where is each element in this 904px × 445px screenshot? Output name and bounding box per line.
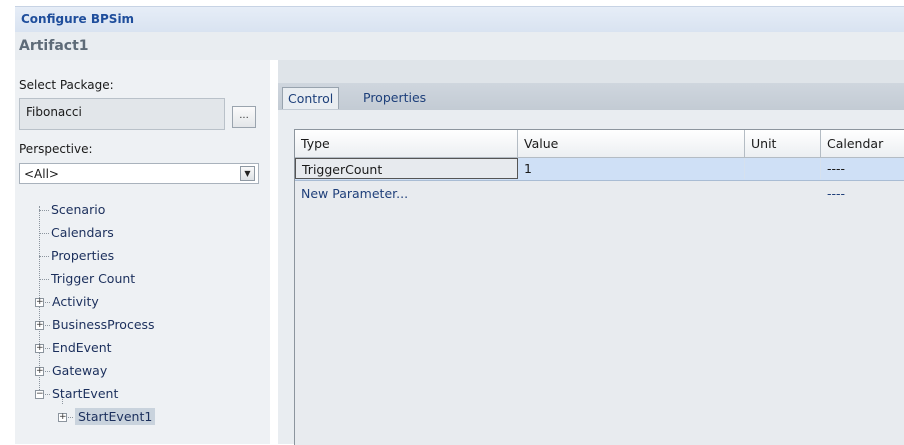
- tree-item-calendars[interactable]: Calendars: [39, 223, 114, 243]
- tree-item-businessprocess[interactable]: + BusinessProcess: [35, 315, 155, 335]
- tree-item-properties[interactable]: Properties: [39, 246, 114, 266]
- artifact-header: Artifact1: [15, 32, 904, 60]
- window-title: Configure BPSim: [21, 12, 135, 26]
- cell-unit[interactable]: [745, 158, 821, 179]
- expand-icon[interactable]: +: [58, 413, 67, 422]
- left-panel: Select Package: Fibonacci ... Perspectiv…: [15, 60, 270, 444]
- cell-value[interactable]: 1: [518, 158, 745, 179]
- window-title-bar: Configure BPSim: [15, 6, 904, 32]
- package-field[interactable]: Fibonacci: [19, 98, 225, 130]
- artifact-name: Artifact1: [19, 38, 89, 54]
- tree-item-startevent1[interactable]: + StartEvent1: [58, 407, 156, 427]
- browse-package-button[interactable]: ...: [232, 106, 256, 128]
- expand-icon[interactable]: +: [35, 344, 44, 353]
- tree-item-trigger-count[interactable]: Trigger Count: [39, 269, 135, 289]
- select-package-label: Select Package:: [19, 78, 114, 92]
- cell-type[interactable]: TriggerCount: [295, 158, 518, 179]
- tree-item-gateway[interactable]: + Gateway: [35, 361, 107, 381]
- tab-properties[interactable]: Properties: [358, 87, 431, 109]
- expand-icon[interactable]: +: [35, 321, 44, 330]
- expand-icon[interactable]: +: [35, 367, 44, 376]
- tab-control[interactable]: Control: [282, 87, 340, 109]
- column-header-unit[interactable]: Unit: [745, 130, 821, 158]
- dropdown-arrow-icon[interactable]: ▼: [240, 166, 255, 181]
- new-parameter-link[interactable]: New Parameter...: [295, 183, 518, 204]
- parameter-grid: Type Value Unit Calendar TriggerCount 1 …: [294, 129, 904, 445]
- perspective-dropdown[interactable]: <All> ▼: [19, 163, 259, 184]
- column-header-value[interactable]: Value: [518, 130, 745, 158]
- tab-strip: Control Properties: [278, 83, 904, 110]
- collapse-icon[interactable]: −: [35, 390, 44, 399]
- tab-content: Type Value Unit Calendar TriggerCount 1 …: [278, 110, 904, 445]
- column-header-calendar[interactable]: Calendar: [821, 130, 904, 158]
- package-value: Fibonacci: [26, 105, 82, 119]
- new-row-calendar: ----: [827, 186, 846, 201]
- tree-item-scenario[interactable]: Scenario: [39, 200, 105, 220]
- perspective-label: Perspective:: [19, 142, 93, 156]
- perspective-value: <All>: [24, 167, 59, 181]
- cell-calendar[interactable]: ----: [821, 158, 904, 179]
- tree-item-startevent[interactable]: − StartEvent: [35, 384, 118, 404]
- tree-item-activity[interactable]: + Activity: [35, 292, 99, 312]
- tree-item-endevent[interactable]: + EndEvent: [35, 338, 112, 358]
- table-row[interactable]: TriggerCount 1 ----: [295, 158, 904, 181]
- expand-icon[interactable]: +: [35, 298, 44, 307]
- column-header-type[interactable]: Type: [295, 130, 518, 158]
- right-panel: Control Properties Type Value Unit Calen…: [278, 60, 904, 445]
